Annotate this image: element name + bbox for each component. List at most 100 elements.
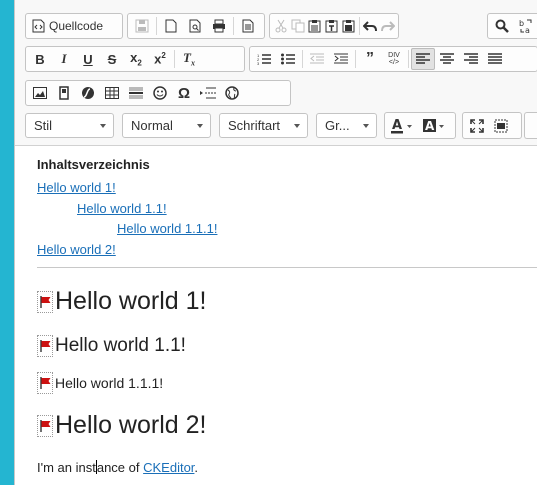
paragraph-text: I'm an inst [37,460,96,475]
paragraph-text: . [194,460,199,475]
print-button[interactable] [207,15,231,37]
anchor-flag-icon[interactable] [37,335,53,357]
preview-icon [189,19,200,33]
font-size-combo[interactable]: Gr... [316,113,377,138]
blockquote-button[interactable]: ” [358,48,382,70]
font-combo[interactable]: Schriftart [219,113,308,138]
ckeditor-link[interactable]: CKEditor [143,460,194,475]
align-right-button[interactable] [459,48,483,70]
undo-icon [363,21,378,32]
special-char-button[interactable]: Ω [172,82,196,104]
anchor-flag-icon[interactable] [37,414,53,437]
bulleted-list-button[interactable] [276,48,300,70]
anchor-flag-icon[interactable] [37,372,53,394]
show-blocks-button[interactable] [489,115,513,137]
text-color-button[interactable]: A [387,115,419,137]
underline-button[interactable]: U [76,48,100,70]
indent-icon [334,53,348,64]
paragraph-group: 123 ” DIV </> [249,46,537,72]
flash-player-button[interactable] [76,82,100,104]
align-left-button[interactable] [411,48,435,70]
paragraph: I'm an instance of CKEditor. [37,460,198,475]
horizontal-rule-button[interactable] [124,82,148,104]
italic-button[interactable]: I [52,48,76,70]
templates-icon [242,19,254,33]
align-right-icon [464,53,478,64]
flash-button[interactable] [52,82,76,104]
style-combo[interactable]: Stil [25,113,114,138]
paste-text-button[interactable] [323,15,340,37]
search-icon [495,19,509,33]
indent-button[interactable] [329,48,353,70]
toc-link[interactable]: Hello world 1! [37,180,116,195]
preview-button[interactable] [183,15,207,37]
table-button[interactable] [100,82,124,104]
remove-format-button[interactable]: Tx [177,48,201,70]
templates-button[interactable] [236,15,260,37]
source-label: Quellcode [49,19,104,33]
heading-text: Hello world 1.1! [55,335,186,356]
cut-button[interactable] [272,15,289,37]
omega-icon: Ω [177,84,191,102]
heading-2: Hello world 1.1! [37,335,186,357]
format-combo-value: Normal [131,118,173,133]
editor-toolbar: Quellcode b a B I U S x2 x2 Tx 1 2 3 ” D… [15,0,537,146]
toolbar-separator [302,50,303,68]
toc-link[interactable]: Hello world 1.1! [77,201,167,216]
tools-group [462,112,522,139]
align-center-icon [440,53,454,64]
italic-icon: I [61,51,67,66]
image-button[interactable] [28,82,52,104]
iframe-button[interactable] [220,82,244,104]
subscript-button[interactable]: x2 [124,48,148,70]
editor-content[interactable]: Inhaltsverzeichnis Hello world 1! Hello … [15,145,537,485]
outdent-icon [310,53,324,64]
maximize-button[interactable] [465,115,489,137]
numbered-list-button[interactable]: 123 [252,48,276,70]
chevron-down-icon [363,124,369,128]
smiley-button[interactable] [148,82,172,104]
superscript-icon: x2 [154,51,166,67]
toc-link[interactable]: Hello world 2! [37,242,116,257]
toolbar-separator [174,50,175,68]
outdent-button[interactable] [305,48,329,70]
redo-button[interactable] [379,15,396,37]
toc-link[interactable]: Hello world 1.1.1! [117,221,217,236]
anchor-flag-icon[interactable] [37,290,53,313]
justify-icon [488,53,502,64]
bg-color-button[interactable]: A [419,115,451,137]
source-button[interactable]: Quellcode [28,15,107,37]
basic-styles-group: B I U S x2 x2 Tx [25,46,245,72]
format-combo[interactable]: Normal [122,113,211,138]
save-button[interactable] [130,15,154,37]
show-blocks-icon [494,119,508,132]
underline-icon: U [83,51,93,67]
undo-button[interactable] [362,15,379,37]
align-center-button[interactable] [435,48,459,70]
insert-group: Ω [25,80,291,106]
paste-text-icon [325,20,338,33]
replace-button[interactable]: ba [514,15,537,37]
justify-button[interactable] [483,48,507,70]
chevron-down-icon [294,124,300,128]
div-icon: DIV </> [388,52,400,66]
copy-button[interactable] [289,15,306,37]
svg-text:A: A [392,118,402,133]
strike-button[interactable]: S [100,48,124,70]
create-div-button[interactable]: DIV </> [382,48,406,70]
bold-button[interactable]: B [28,48,52,70]
paste-button[interactable] [306,15,323,37]
new-page-button[interactable] [159,15,183,37]
horizontal-rule [37,267,537,268]
paste-word-icon [342,20,355,33]
page-break-button[interactable] [196,82,220,104]
superscript-button[interactable]: x2 [148,48,172,70]
chevron-down-icon [197,124,203,128]
bulleted-list-icon [281,53,295,65]
paste-word-button[interactable] [340,15,357,37]
find-button[interactable] [490,15,514,37]
toolbar-separator [156,17,157,35]
source-group: Quellcode [25,13,123,39]
ckeditor: Quellcode b a B I U S x2 x2 Tx 1 2 3 ” D… [14,0,537,485]
toc-title: Inhaltsverzeichnis [37,157,150,172]
